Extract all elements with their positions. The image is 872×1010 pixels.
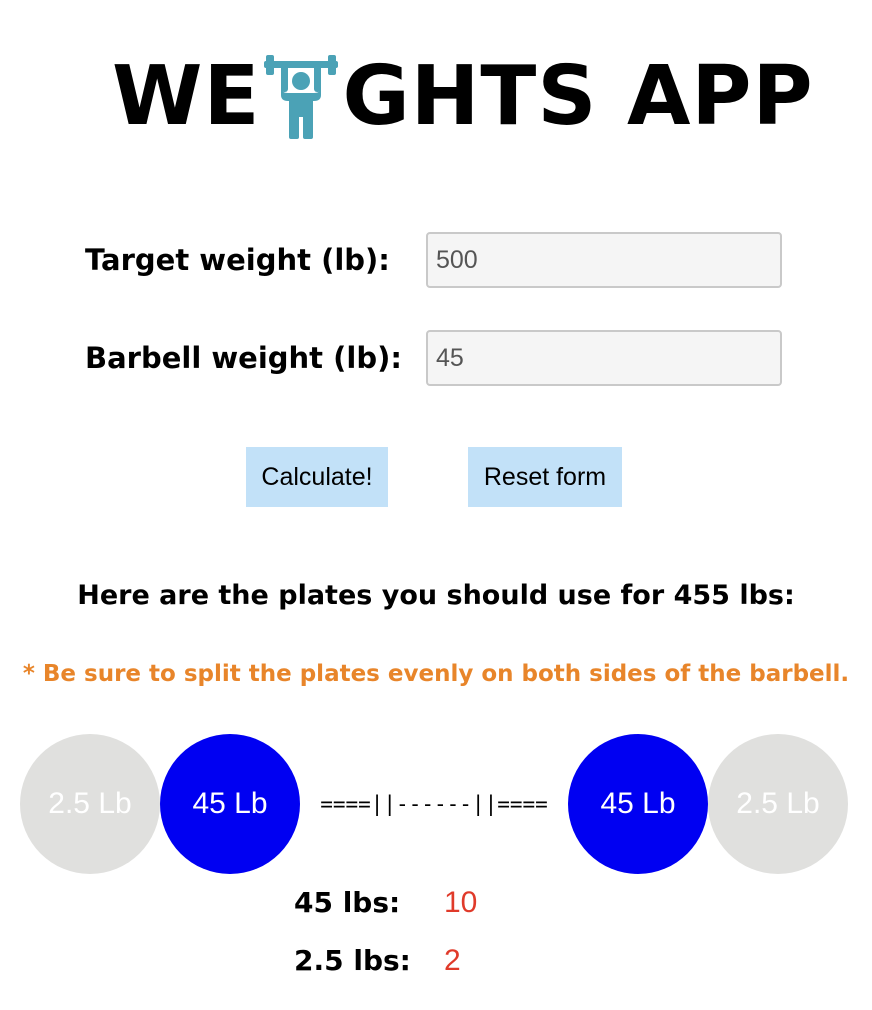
target-weight-input[interactable] — [426, 232, 782, 288]
split-plates-note: * Be sure to split the plates evenly on … — [22, 661, 850, 687]
plate-2-5-right: 2.5 Lb — [708, 734, 848, 874]
barbell-weight-label: Barbell weight (lb): — [85, 341, 402, 375]
app-page: WE GHTS APP Target weight (lb): 500 Barb… — [0, 0, 872, 1010]
title-suffix: GHTS APP — [342, 49, 814, 144]
reset-form-button[interactable]: Reset form — [468, 447, 622, 507]
plate-45-left: 45 Lb — [160, 734, 300, 874]
weightlifter-icon — [264, 55, 339, 139]
barbell-bar: ====||------||==== — [320, 792, 548, 816]
count-label-45: 45 lbs: — [294, 886, 401, 919]
calculate-button[interactable]: Calculate! — [246, 447, 388, 507]
plate-2-5-left: 2.5 Lb — [20, 734, 160, 874]
count-value-45: 10 — [444, 886, 478, 919]
app-title: WE GHTS APP — [112, 52, 814, 142]
target-weight-label: Target weight (lb): — [85, 243, 390, 277]
title-prefix: WE — [112, 49, 261, 144]
result-heading: Here are the plates you should use for 4… — [77, 580, 795, 611]
barbell-weight-input[interactable] — [426, 330, 782, 386]
count-value-2-5: 2 — [444, 944, 461, 977]
count-label-2-5: 2.5 lbs: — [294, 944, 411, 977]
plate-45-right: 45 Lb — [568, 734, 708, 874]
